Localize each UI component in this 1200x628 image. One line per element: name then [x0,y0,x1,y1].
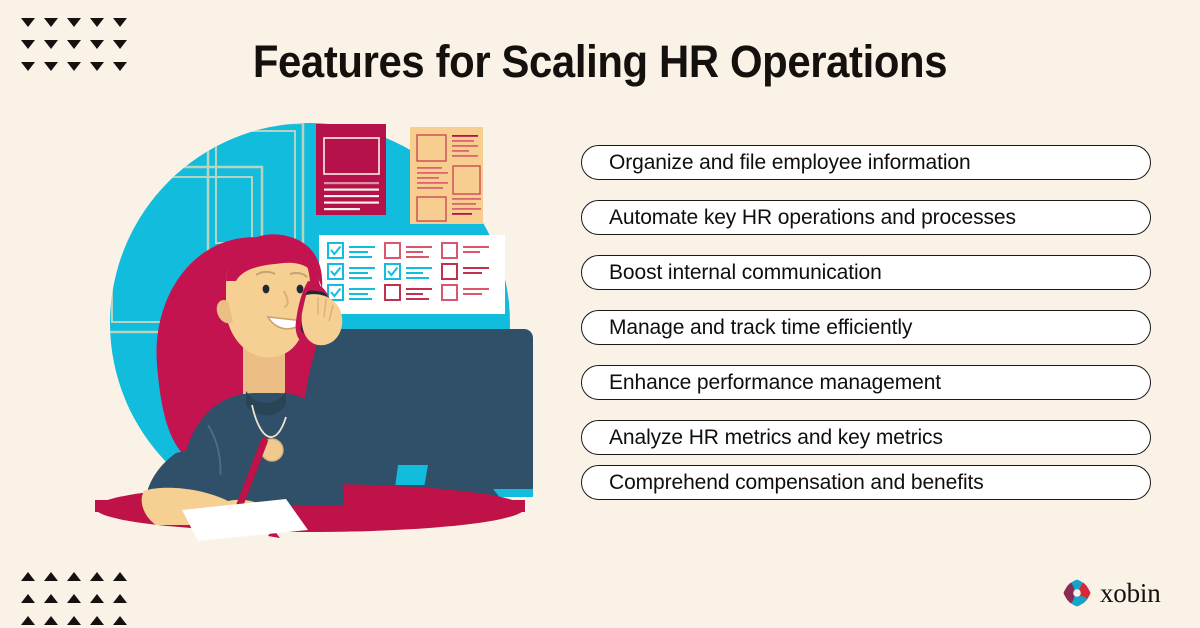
triangle-up-icon [21,615,35,625]
feature-pill[interactable]: Comprehend compensation and benefits [581,465,1151,500]
triangle-up-icon [113,593,127,603]
infographic-canvas: Features for Scaling HR Operations Organ… [0,0,1200,628]
feature-label: Boost internal communication [609,260,882,284]
triangle-up-icon [21,593,35,603]
checklist-panel [316,235,505,317]
triangle-up-icon [44,571,58,581]
feature-pill[interactable]: Enhance performance management [581,365,1151,400]
bottom-left-triangle-pattern [18,566,130,628]
triangle-up-icon [113,571,127,581]
triangle-down-icon [44,17,58,27]
feature-list: Organize and file employee information A… [581,145,1151,500]
triangle-up-icon [67,593,81,603]
triangle-down-icon [21,17,35,27]
triangle-down-icon [21,39,35,49]
triangle-down-icon [67,17,81,27]
brand-logo[interactable]: xobin [1062,578,1161,608]
hero-illustration [60,105,560,550]
triangle-up-icon [67,571,81,581]
triangle-up-icon [90,593,104,603]
peach-document [410,127,483,224]
feature-label: Enhance performance management [609,370,942,394]
feature-label: Manage and track time efficiently [609,315,913,339]
feature-pill[interactable]: Analyze HR metrics and key metrics [581,420,1151,455]
feature-pill[interactable]: Organize and file employee information [581,145,1151,180]
triangle-up-icon [90,615,104,625]
triangle-down-icon [90,17,104,27]
feature-label: Analyze HR metrics and key metrics [609,425,943,449]
triangle-up-icon [44,615,58,625]
feature-label: Organize and file employee information [609,150,971,174]
xobin-logo-icon [1062,578,1092,608]
triangle-down-icon [21,61,35,71]
triangle-up-icon [44,593,58,603]
triangle-down-icon [113,17,127,27]
feature-pill[interactable]: Boost internal communication [581,255,1151,290]
triangle-up-icon [90,571,104,581]
feature-pill[interactable]: Manage and track time efficiently [581,310,1151,345]
feature-label: Comprehend compensation and benefits [609,470,984,494]
feature-label: Automate key HR operations and processes [609,205,1016,229]
brand-name: xobin [1100,577,1161,608]
page-title: Features for Scaling HR Operations [252,36,948,87]
triangle-up-icon [21,571,35,581]
triangle-up-icon [113,615,127,625]
triangle-up-icon [67,615,81,625]
feature-pill[interactable]: Automate key HR operations and processes [581,200,1151,235]
crimson-document [316,124,386,215]
